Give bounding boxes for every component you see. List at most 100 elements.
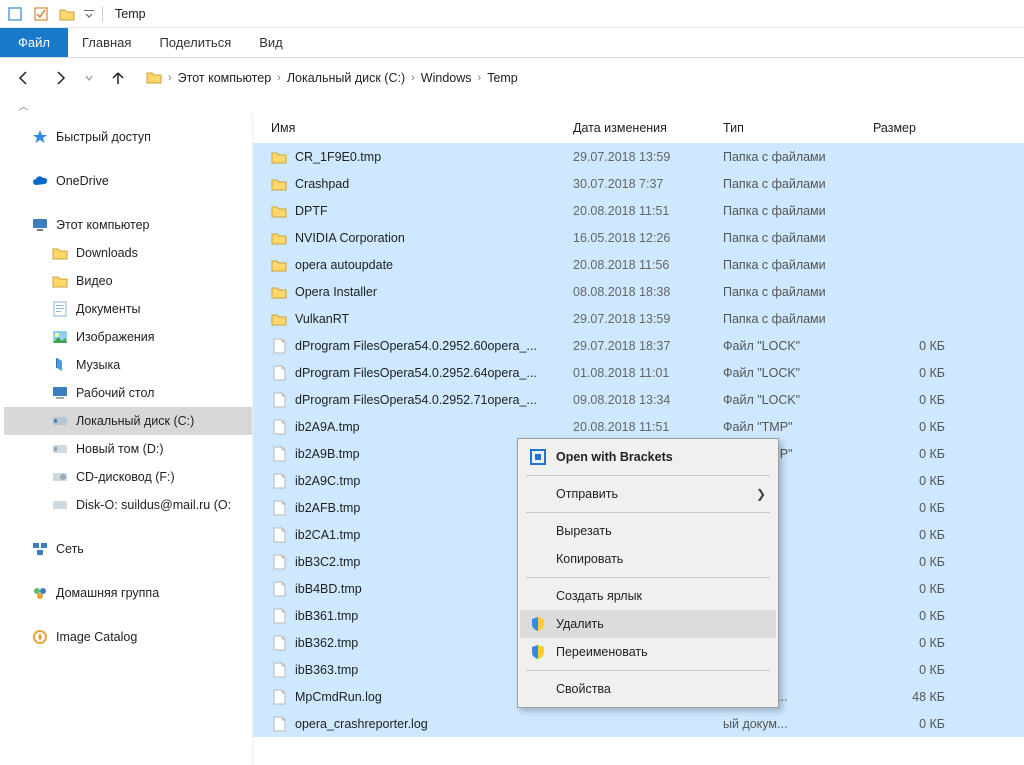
column-header-date[interactable]: Дата изменения bbox=[573, 121, 723, 135]
file-type: Папка с файлами bbox=[723, 312, 873, 326]
context-menu-open-with-brackets[interactable]: Open with Brackets bbox=[520, 443, 776, 471]
titlebar-separator bbox=[102, 6, 103, 22]
sidebar-item-label: Сеть bbox=[56, 542, 84, 556]
sidebar-thispc-child[interactable]: Музыка bbox=[4, 351, 252, 379]
file-row[interactable]: opera_crashreporter.logый докум...0 КБ bbox=[253, 710, 1024, 737]
context-menu-delete[interactable]: Удалить bbox=[520, 610, 776, 638]
file-size: 0 КБ bbox=[873, 339, 963, 353]
file-row[interactable]: VulkanRT29.07.2018 13:59Папка с файлами bbox=[253, 305, 1024, 332]
context-menu-send-to[interactable]: Отправить ❯ bbox=[520, 480, 776, 508]
nav-back-button[interactable] bbox=[10, 64, 38, 92]
file-name: NVIDIA Corporation bbox=[295, 231, 405, 245]
sidebar-thispc-child[interactable]: Новый том (D:) bbox=[4, 435, 252, 463]
qat-folder-icon[interactable] bbox=[56, 3, 78, 25]
sidebar-quick-access[interactable]: Быстрый доступ bbox=[4, 123, 252, 151]
breadcrumb-bar[interactable]: › Этот компьютер › Локальный диск (C:) ›… bbox=[146, 70, 518, 87]
file-row[interactable]: DPTF20.08.2018 11:51Папка с файлами bbox=[253, 197, 1024, 224]
ribbon-collapse-handle[interactable]: ︿ bbox=[0, 98, 48, 113]
ribbon-tab-file[interactable]: Файл bbox=[0, 28, 68, 57]
file-name: ib2AFB.tmp bbox=[295, 501, 360, 515]
sidebar-item-label: Изображения bbox=[76, 330, 155, 344]
sidebar-thispc-child[interactable]: Disk-O: suildus@mail.ru (O: bbox=[4, 491, 252, 519]
file-size: 0 КБ bbox=[873, 717, 963, 731]
chevron-right-icon[interactable]: › bbox=[277, 72, 281, 84]
sidebar-thispc-child[interactable]: Downloads bbox=[4, 239, 252, 267]
column-header-name[interactable]: Имя bbox=[253, 121, 573, 135]
file-row[interactable]: dProgram FilesOpera54.0.2952.60opera_...… bbox=[253, 332, 1024, 359]
context-menu-label: Свойства bbox=[556, 682, 611, 696]
sidebar-thispc-child[interactable]: Изображения bbox=[4, 323, 252, 351]
context-menu-properties[interactable]: Свойства bbox=[520, 675, 776, 703]
sidebar-item-label: Музыка bbox=[76, 358, 120, 372]
ribbon-tab-home[interactable]: Главная bbox=[68, 28, 145, 57]
sidebar-homegroup[interactable]: Домашняя группа bbox=[4, 579, 252, 607]
file-name: opera autoupdate bbox=[295, 258, 393, 272]
file-row[interactable]: dProgram FilesOpera54.0.2952.71opera_...… bbox=[253, 386, 1024, 413]
file-size: 0 КБ bbox=[873, 501, 963, 515]
nav-up-button[interactable] bbox=[104, 64, 132, 92]
file-date: 29.07.2018 13:59 bbox=[573, 150, 723, 164]
context-menu-create-shortcut[interactable]: Создать ярлык bbox=[520, 582, 776, 610]
file-name: ib2CA1.tmp bbox=[295, 528, 360, 542]
chevron-right-icon[interactable]: › bbox=[411, 72, 415, 84]
sidebar-thispc-child[interactable]: Локальный диск (C:) bbox=[4, 407, 252, 435]
title-bar: Temp bbox=[0, 0, 1024, 28]
chevron-right-icon[interactable]: › bbox=[168, 72, 172, 84]
sidebar-thispc-child[interactable]: CD-дисковод (F:) bbox=[4, 463, 252, 491]
file-row[interactable]: CR_1F9E0.tmp29.07.2018 13:59Папка с файл… bbox=[253, 143, 1024, 170]
blank-icon bbox=[528, 586, 548, 606]
file-date: 20.08.2018 11:51 bbox=[573, 204, 723, 218]
sidebar-item-label: Рабочий стол bbox=[76, 386, 154, 400]
chevron-right-icon[interactable]: › bbox=[478, 72, 482, 84]
folder-icon bbox=[271, 176, 287, 192]
sidebar-thispc-child[interactable]: Видео bbox=[4, 267, 252, 295]
sidebar-network[interactable]: Сеть bbox=[4, 535, 252, 563]
context-menu-cut[interactable]: Вырезать bbox=[520, 517, 776, 545]
sidebar-item-label: OneDrive bbox=[56, 174, 109, 188]
shield-icon bbox=[528, 614, 548, 634]
breadcrumb-item[interactable]: Локальный диск (C:) bbox=[287, 71, 405, 85]
context-menu-copy[interactable]: Копировать bbox=[520, 545, 776, 573]
sidebar-onedrive[interactable]: OneDrive bbox=[4, 167, 252, 195]
sidebar-thispc-child[interactable]: Документы bbox=[4, 295, 252, 323]
context-menu-label: Удалить bbox=[556, 617, 604, 631]
ribbon-tabs: Файл Главная Поделиться Вид bbox=[0, 28, 1024, 58]
breadcrumb-item[interactable]: Windows bbox=[421, 71, 472, 85]
file-name: MpCmdRun.log bbox=[295, 690, 382, 704]
file-type: Папка с файлами bbox=[723, 150, 873, 164]
breadcrumb-item[interactable]: Этот компьютер bbox=[178, 71, 271, 85]
file-row[interactable]: ib2A9A.tmp20.08.2018 11:51Файл "TMP"0 КБ bbox=[253, 413, 1024, 440]
sidebar-image-catalog[interactable]: Image Catalog bbox=[4, 623, 252, 651]
nav-forward-button[interactable] bbox=[46, 64, 74, 92]
file-name: ib2A9B.tmp bbox=[295, 447, 360, 461]
file-icon bbox=[271, 608, 287, 624]
file-type: Папка с файлами bbox=[723, 285, 873, 299]
nav-recent-dropdown[interactable] bbox=[82, 64, 96, 92]
file-icon bbox=[271, 554, 287, 570]
file-size: 0 КБ bbox=[873, 582, 963, 596]
file-date: 16.05.2018 12:26 bbox=[573, 231, 723, 245]
sidebar-this-pc[interactable]: Этот компьютер bbox=[4, 211, 252, 239]
qat-checkbox-icon[interactable] bbox=[30, 3, 52, 25]
file-name: dProgram FilesOpera54.0.2952.60opera_... bbox=[295, 339, 537, 353]
breadcrumb-item[interactable]: Temp bbox=[487, 71, 518, 85]
file-row[interactable]: NVIDIA Corporation16.05.2018 12:26Папка … bbox=[253, 224, 1024, 251]
file-row[interactable]: opera autoupdate20.08.2018 11:56Папка с … bbox=[253, 251, 1024, 278]
ribbon-tab-view[interactable]: Вид bbox=[245, 28, 297, 57]
sidebar-thispc-child[interactable]: Рабочий стол bbox=[4, 379, 252, 407]
shield-icon bbox=[528, 642, 548, 662]
column-header-type[interactable]: Тип bbox=[723, 121, 873, 135]
context-menu-rename[interactable]: Переименовать bbox=[520, 638, 776, 666]
file-icon bbox=[271, 581, 287, 597]
file-row[interactable]: Opera Installer08.08.2018 18:38Папка с ф… bbox=[253, 278, 1024, 305]
file-name: dProgram FilesOpera54.0.2952.64opera_... bbox=[295, 366, 537, 380]
file-row[interactable]: Crashpad30.07.2018 7:37Папка с файлами bbox=[253, 170, 1024, 197]
qat-dropdown-icon[interactable] bbox=[82, 3, 96, 25]
qat-properties-icon[interactable] bbox=[4, 3, 26, 25]
sidebar-item-label: Документы bbox=[76, 302, 140, 316]
file-name: ib2A9C.tmp bbox=[295, 474, 360, 488]
file-date: 30.07.2018 7:37 bbox=[573, 177, 723, 191]
file-row[interactable]: dProgram FilesOpera54.0.2952.64opera_...… bbox=[253, 359, 1024, 386]
ribbon-tab-share[interactable]: Поделиться bbox=[145, 28, 245, 57]
column-header-size[interactable]: Размер bbox=[873, 121, 963, 135]
